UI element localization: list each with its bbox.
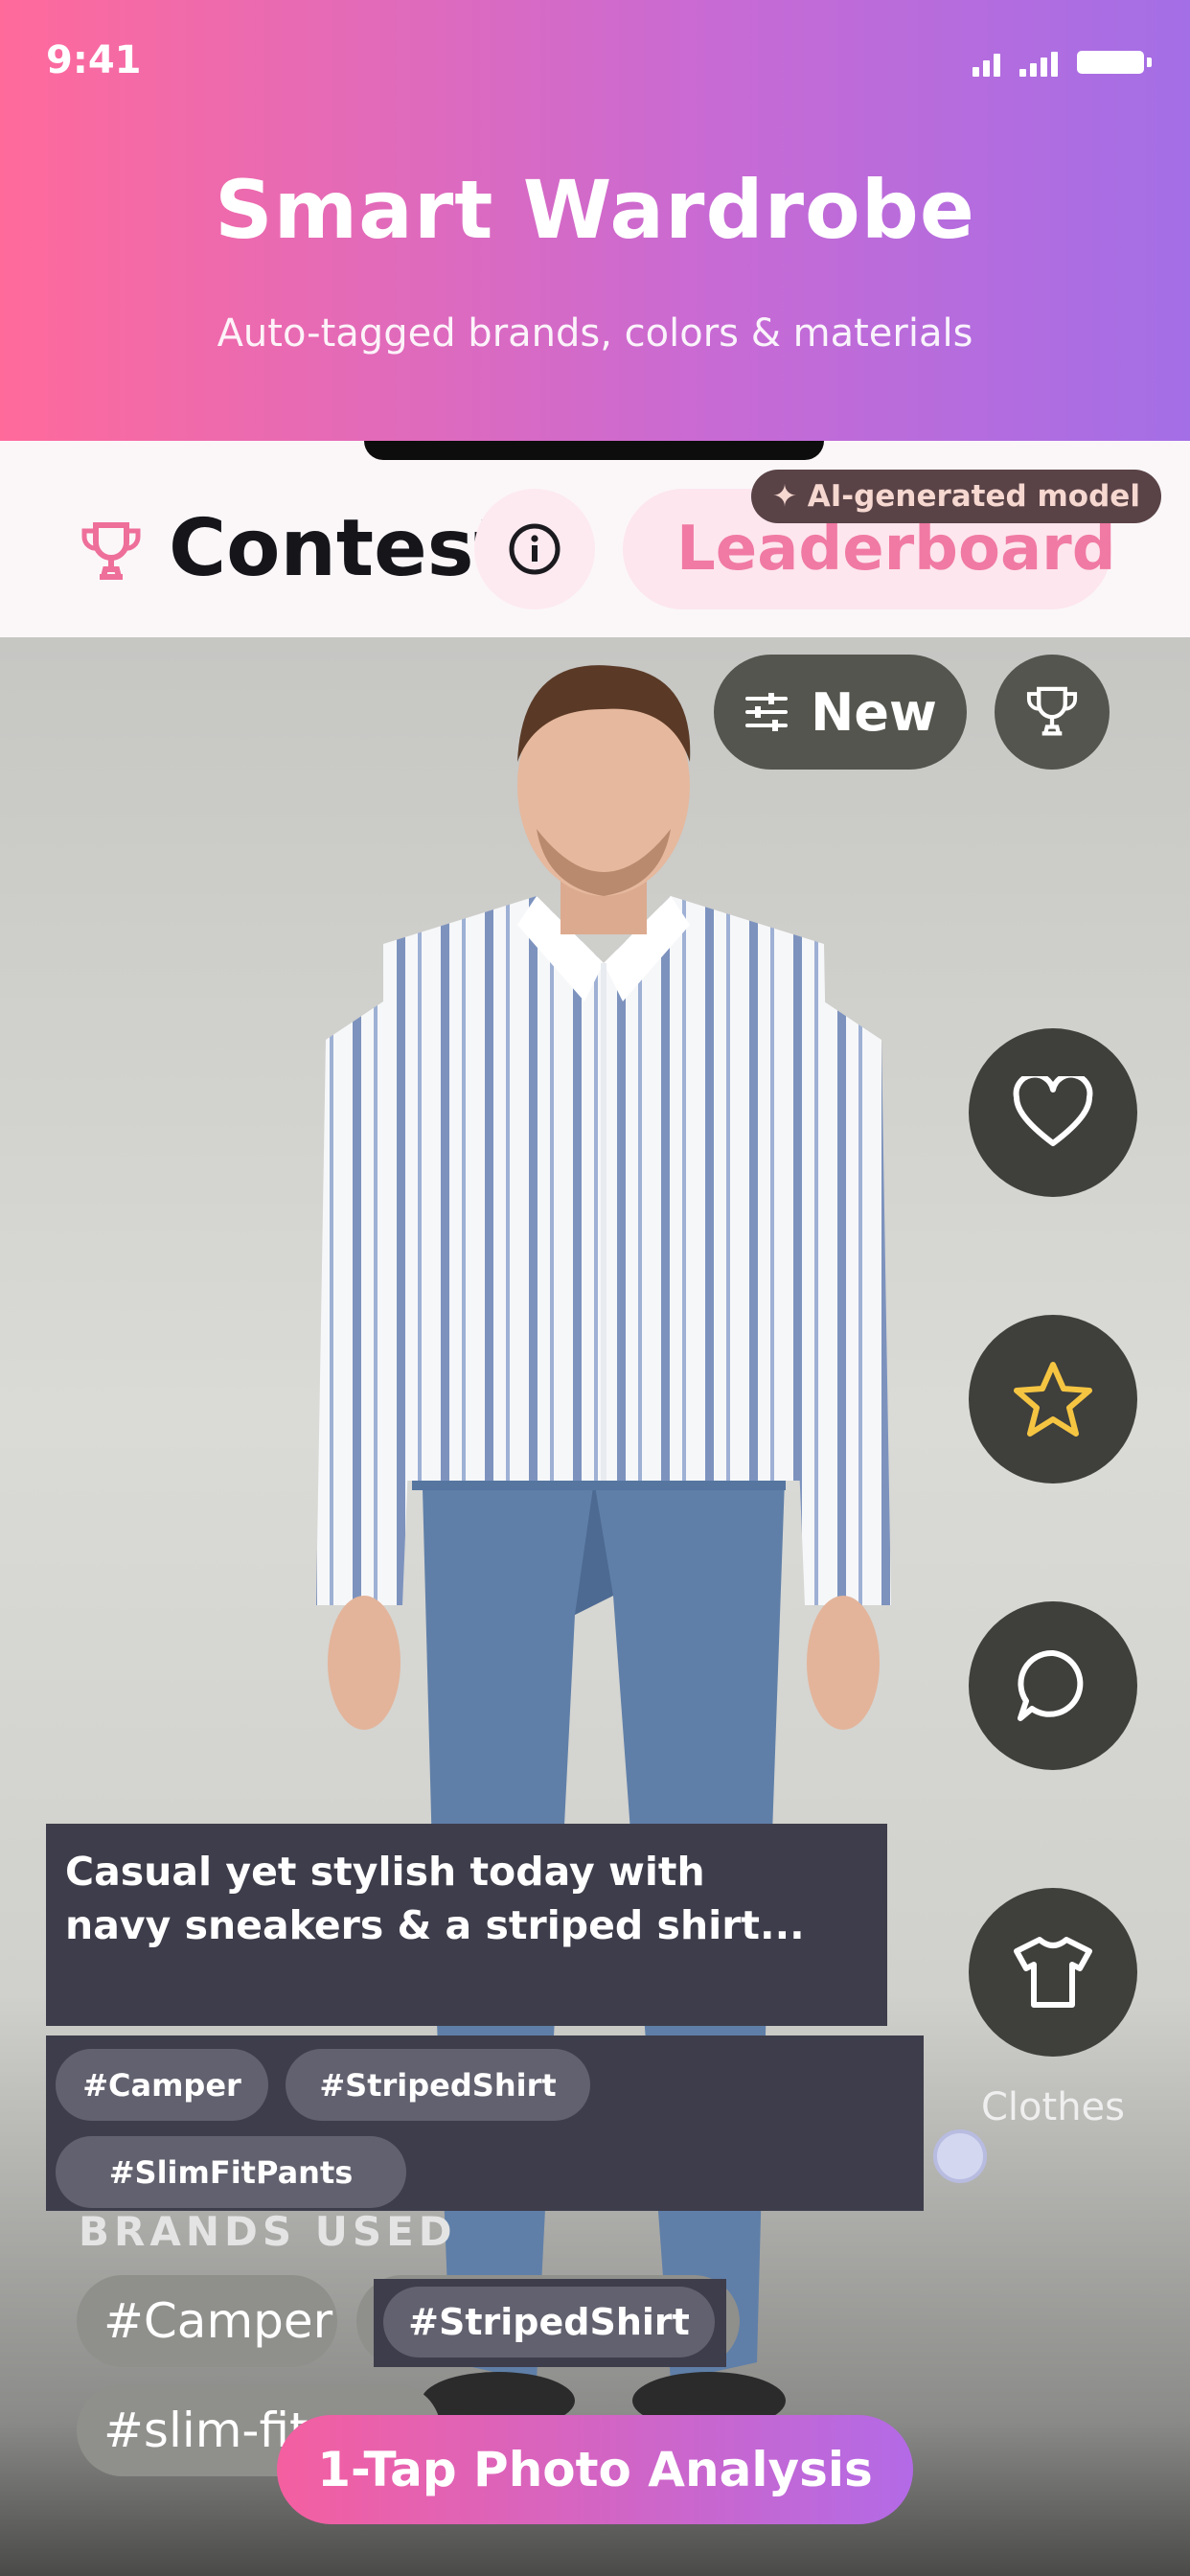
brand-chip[interactable]: #StripedShirt bbox=[383, 2287, 715, 2358]
app-header: 9:41 Smart Wardrobe Auto-tagged brands, … bbox=[0, 0, 1190, 441]
device-notch bbox=[364, 441, 824, 460]
brand-chip[interactable]: #Camper bbox=[77, 2275, 337, 2367]
touch-indicator bbox=[933, 2129, 987, 2183]
photo-analysis-button[interactable]: 1-Tap Photo Analysis bbox=[277, 2415, 913, 2524]
info-icon bbox=[509, 523, 561, 575]
shirt-icon bbox=[1014, 1937, 1092, 2008]
post-caption: Casual yet stylish today with navy sneak… bbox=[46, 1824, 887, 2026]
sliders-icon bbox=[745, 693, 789, 731]
filter-new-button[interactable]: New bbox=[714, 655, 967, 770]
caption-line: Casual yet stylish today with bbox=[65, 1849, 705, 1895]
signal-icon bbox=[973, 48, 1000, 77]
comment-icon bbox=[1018, 1649, 1084, 1721]
battery-icon bbox=[1077, 51, 1152, 74]
caption-line: navy sneakers & a striped shirt... bbox=[65, 1902, 805, 1948]
heart-icon bbox=[1013, 1076, 1093, 1146]
status-indicators bbox=[973, 48, 1152, 77]
ai-generated-badge: ✦ AI-generated model bbox=[751, 470, 1161, 523]
like-button[interactable] bbox=[969, 1028, 1137, 1197]
clothes-label: Clothes bbox=[981, 2085, 1125, 2129]
favorite-button[interactable] bbox=[969, 1315, 1137, 1484]
leaderboard-label: Leaderboard bbox=[676, 514, 1116, 585]
hashtag-chip[interactable]: #StripedShirt bbox=[286, 2049, 590, 2121]
app-title: Smart Wardrobe bbox=[215, 163, 975, 257]
trophy-button[interactable] bbox=[995, 655, 1110, 770]
contest-label: Contest bbox=[169, 503, 512, 594]
app-subtitle: Auto-tagged brands, colors & materials bbox=[217, 311, 973, 356]
star-icon bbox=[1014, 1362, 1092, 1437]
trophy-icon bbox=[81, 522, 141, 580]
status-time: 9:41 bbox=[46, 38, 142, 82]
hashtag-chip[interactable]: #SlimFitPants bbox=[56, 2136, 406, 2208]
wifi-icon bbox=[1019, 48, 1058, 77]
brand-chip-overlay: #StripedShirt bbox=[374, 2279, 726, 2367]
hashtag-list: #Camper #StripedShirt #SlimFitPants bbox=[46, 2036, 924, 2211]
brands-used-heading: BRANDS USED bbox=[79, 2208, 457, 2255]
hashtag-chip[interactable]: #Camper bbox=[56, 2049, 268, 2121]
contest-info-button[interactable] bbox=[474, 489, 595, 610]
filter-label: New bbox=[811, 681, 937, 743]
comment-button[interactable] bbox=[969, 1601, 1137, 1770]
clothes-button[interactable] bbox=[969, 1888, 1137, 2057]
trophy-icon bbox=[1026, 686, 1078, 736]
